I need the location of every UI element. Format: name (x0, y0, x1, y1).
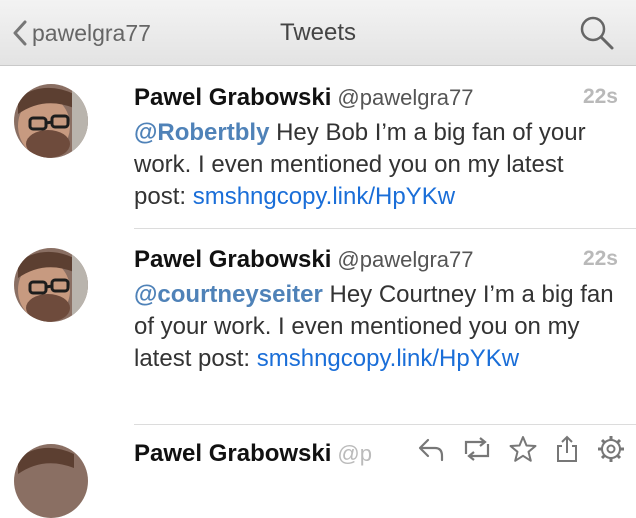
tweet-item[interactable]: Pawel Grabowski @pawelgra77 22s @Robertbl… (0, 84, 636, 234)
chevron-left-icon (13, 20, 27, 46)
gear-icon[interactable] (596, 434, 626, 464)
tweet-text: @courtneyseiter Hey Courtney I’m a big f… (134, 279, 618, 375)
tweet-item[interactable]: Pawel Grabowski @pawelgra77 22s @courtney… (0, 246, 636, 416)
back-label: pawelgra77 (32, 19, 151, 46)
share-icon[interactable] (552, 434, 582, 464)
timestamp: 22s (582, 247, 618, 270)
mention-link[interactable]: @Robertbly (134, 119, 269, 146)
mention-link[interactable]: @courtneyseiter (134, 281, 323, 308)
search-icon (580, 16, 614, 50)
search-button[interactable] (578, 14, 616, 52)
author-handle[interactable]: @p (337, 441, 372, 466)
divider (134, 228, 636, 229)
tweet-actions-bar (410, 434, 626, 464)
reply-icon[interactable] (416, 434, 446, 464)
favorite-star-icon[interactable] (508, 434, 538, 464)
retweet-icon[interactable] (460, 434, 494, 464)
tweet-text: @Robertbly Hey Bob I’m a big fan of your… (134, 117, 618, 213)
author-handle[interactable]: @pawelgra77 (337, 85, 473, 110)
navigation-bar: pawelgra77 Tweets (0, 0, 636, 66)
author-handle[interactable]: @pawelgra77 (337, 247, 473, 272)
avatar[interactable] (14, 84, 88, 158)
back-button[interactable]: pawelgra77 (12, 14, 151, 52)
avatar[interactable] (14, 444, 88, 518)
author-name[interactable]: Pawel Grabowski (134, 84, 331, 111)
divider (134, 424, 636, 425)
author-name[interactable]: Pawel Grabowski (134, 440, 331, 467)
url-link[interactable]: smshngcopy.link/HpYKw (257, 345, 519, 372)
timestamp: 22s (582, 85, 618, 108)
avatar[interactable] (14, 248, 88, 322)
url-link[interactable]: smshngcopy.link/HpYKw (193, 183, 455, 210)
author-name[interactable]: Pawel Grabowski (134, 246, 331, 273)
